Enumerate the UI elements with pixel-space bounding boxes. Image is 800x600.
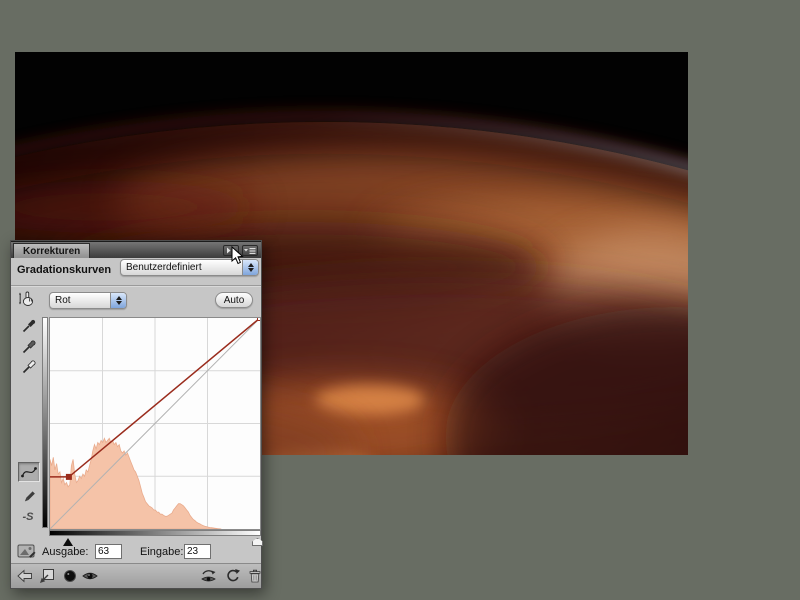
affects-all-layers-button[interactable] — [62, 568, 78, 584]
panel-menu-button[interactable] — [242, 245, 258, 256]
view-previous-state-icon — [201, 570, 216, 582]
delete-icon — [249, 569, 261, 583]
panel-footer-toolbar — [11, 563, 261, 588]
on-image-adjustment-badge — [16, 543, 38, 559]
targeted-adjustment-icon — [19, 291, 34, 306]
tab-korrekturen[interactable]: Korrekturen — [13, 243, 91, 258]
desktop: { "desktop": { "background_color": "#686… — [0, 0, 800, 600]
preset-dropdown-value: Benutzerdefiniert — [126, 262, 202, 273]
curve-plot-area[interactable] — [49, 317, 261, 530]
reset-icon — [227, 569, 240, 582]
delete-adjustment-button[interactable] — [247, 568, 263, 584]
header-divider — [11, 285, 261, 286]
edit-curve-points-tool[interactable] — [18, 462, 40, 482]
panel-menu-icon — [244, 247, 256, 254]
auto-button[interactable]: Auto — [215, 292, 253, 308]
output-label: Ausgabe: — [42, 546, 89, 558]
output-gradient-bar — [42, 317, 48, 528]
mouse-cursor — [231, 246, 244, 265]
channel-dropdown-value: Rot — [55, 295, 71, 306]
black-point-eyedropper-icon — [22, 319, 36, 333]
white-point-eyedropper[interactable] — [20, 358, 38, 376]
gray-point-eyedropper[interactable] — [20, 338, 38, 356]
targeted-adjustment-tool[interactable] — [18, 290, 36, 308]
back-arrow-button[interactable] — [17, 568, 33, 584]
input-value-field[interactable] — [184, 544, 211, 559]
image-adjustment-icon — [17, 544, 36, 558]
channel-dropdown[interactable]: Rot — [49, 292, 127, 309]
view-previous-state-button[interactable] — [200, 568, 216, 584]
smooth-curve-icon: -S — [22, 511, 34, 523]
clip-to-layer-icon — [40, 569, 54, 583]
output-value-field[interactable] — [95, 544, 122, 559]
input-gradient-bar — [49, 530, 261, 536]
smooth-curve-tool[interactable]: -S — [19, 508, 37, 526]
reset-button[interactable] — [225, 568, 241, 584]
adjustment-title: Gradationskurven — [17, 264, 112, 276]
shadow-input-slider[interactable] — [63, 538, 73, 546]
affects-all-layers-icon — [64, 570, 76, 582]
white-point-eyedropper-icon — [22, 360, 36, 374]
adjustments-panel: Korrekturen Gradationskurven Benutzerdef… — [10, 240, 263, 589]
black-point-eyedropper[interactable] — [20, 317, 38, 335]
edit-curve-points-icon — [21, 467, 37, 478]
clip-to-layer-button[interactable] — [39, 568, 55, 584]
channel-dropdown-stepper-icon — [110, 293, 126, 308]
back-arrow-icon — [17, 569, 32, 583]
input-label: Eingabe: — [140, 546, 184, 558]
pencil-draw-curve-tool[interactable] — [20, 488, 38, 506]
highlight-input-slider[interactable] — [252, 538, 263, 546]
panel-tab-bar: Korrekturen — [11, 241, 261, 258]
pencil-draw-curve-icon — [24, 491, 35, 502]
gray-point-eyedropper-icon — [22, 340, 36, 354]
preset-dropdown-stepper-icon — [242, 260, 258, 275]
visibility-eye-icon — [82, 572, 98, 580]
curve-plot-svg — [50, 318, 260, 529]
visibility-toggle-button[interactable] — [82, 568, 98, 584]
